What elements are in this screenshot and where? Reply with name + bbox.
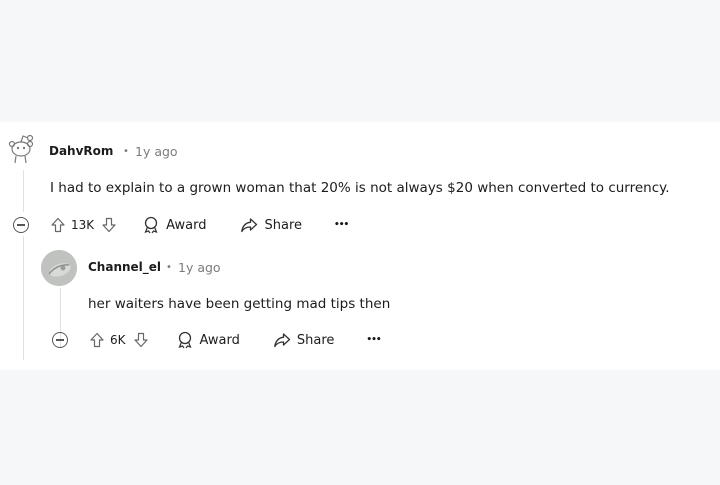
reply-username[interactable]: Channel_el [88,260,161,274]
reply-body: her waiters have been getting mad tips t… [88,296,391,312]
upvote-icon[interactable] [88,331,106,349]
upvote-icon[interactable] [49,216,67,234]
thread-line[interactable] [23,236,24,360]
comment-score: 13K [71,218,95,232]
reply-timestamp[interactable]: 1y ago [178,260,221,275]
share-label: Share [264,217,302,233]
award-label: Award [199,332,240,348]
collapse-thread-button[interactable] [13,217,29,233]
thread-line[interactable] [23,170,24,212]
meta-separator: • [166,262,172,273]
reddit-snoo-avatar-icon[interactable] [6,132,40,166]
comment-body: I had to explain to a grown woman that 2… [50,180,670,196]
comment-thread-panel: DahvRom • 1y ago I had to explain to a g… [0,122,720,370]
share-button[interactable]: Share [240,216,302,234]
comment-username[interactable]: DahvRom [49,144,113,158]
reply-score: 6K [110,333,126,347]
meta-separator: • [123,146,129,157]
more-options-button[interactable]: ••• [366,335,381,345]
share-icon [274,333,291,348]
award-icon [144,216,158,234]
comment-timestamp[interactable]: 1y ago [135,144,178,159]
award-icon [177,331,192,349]
comment-action-bar: 13K Award Share ••• [13,214,349,236]
share-label: Share [296,332,335,348]
downvote-icon[interactable] [100,216,118,234]
award-button[interactable]: Award [176,331,240,349]
reply-action-bar: 6K Award Share ••• [52,329,382,351]
user-avatar-icon[interactable] [41,250,77,286]
collapse-reply-button[interactable] [52,332,68,348]
downvote-icon[interactable] [132,331,150,349]
more-options-button[interactable]: ••• [334,220,349,230]
award-button[interactable]: Award [142,216,206,234]
award-label: Award [166,217,207,233]
share-button[interactable]: Share [273,331,335,349]
share-icon [241,218,258,233]
